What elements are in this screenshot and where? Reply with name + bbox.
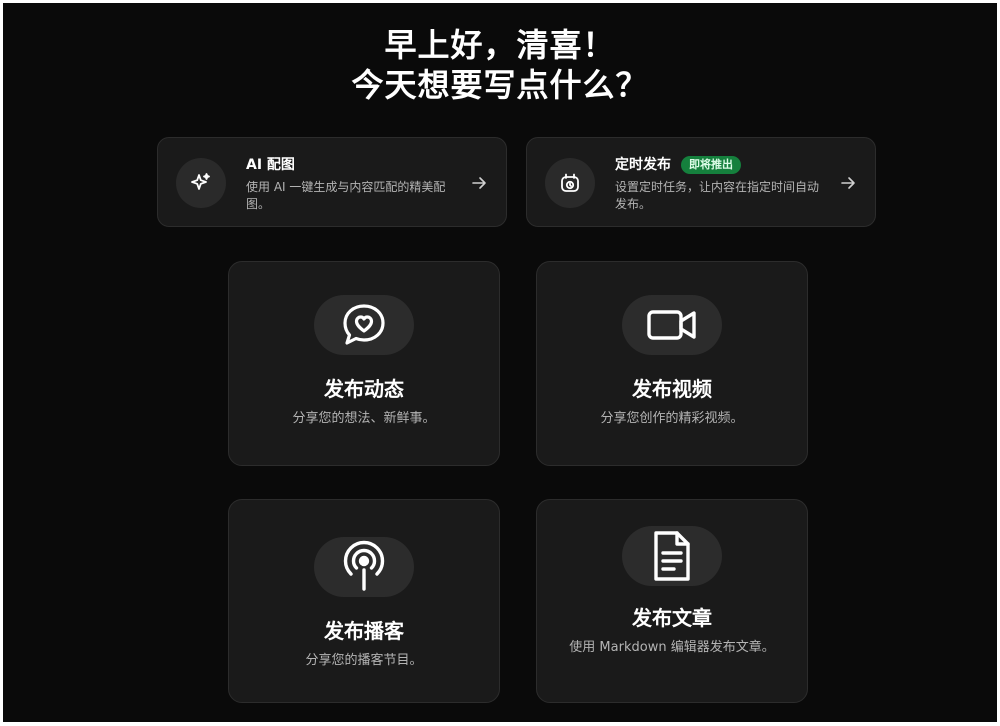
post-article-card[interactable]: 发布文章 使用 Markdown 编辑器发布文章。 — [536, 499, 808, 703]
post-article-title: 发布文章 — [632, 606, 712, 630]
arrow-right-icon — [841, 177, 855, 189]
greeting-line-2: 今天想要写点什么？ — [351, 66, 649, 104]
arrow-right-icon — [472, 177, 486, 189]
sparkle-icon — [176, 158, 226, 208]
post-update-description: 分享您的想法、新鲜事。 — [292, 411, 436, 426]
post-article-description: 使用 Markdown 编辑器发布文章。 — [569, 640, 775, 655]
post-podcast-description: 分享您的播客节目。 — [305, 653, 423, 668]
scheduled-publish-title: 定时发布 — [615, 157, 671, 173]
coming-soon-badge: 即将推出 — [681, 156, 741, 174]
post-video-title: 发布视频 — [632, 377, 712, 401]
chat-heart-icon — [314, 295, 414, 355]
greeting-line-1: 早上好，清喜！ — [384, 26, 616, 64]
document-icon — [622, 526, 722, 586]
post-podcast-title: 发布播客 — [324, 619, 404, 643]
video-camera-icon — [622, 295, 722, 355]
scheduled-publish-description: 设置定时任务，让内容在指定时间自动发布。 — [615, 180, 820, 211]
ai-image-title: AI 配图 — [246, 157, 295, 173]
ai-image-card[interactable]: AI 配图 使用 AI 一键生成与内容匹配的精美配图。 — [157, 137, 507, 227]
post-update-title: 发布动态 — [324, 377, 404, 401]
post-video-description: 分享您创作的精彩视频。 — [600, 411, 744, 426]
podcast-icon — [314, 537, 414, 597]
greeting-heading: 早上好，清喜！ 今天想要写点什么？ — [3, 25, 997, 105]
post-update-card[interactable]: 发布动态 分享您的想法、新鲜事。 — [228, 261, 500, 466]
ai-image-description: 使用 AI 一键生成与内容匹配的精美配图。 — [246, 180, 446, 211]
post-podcast-card[interactable]: 发布播客 分享您的播客节目。 — [228, 499, 500, 703]
alarm-clock-icon — [545, 158, 595, 208]
main-canvas: 早上好，清喜！ 今天想要写点什么？ AI 配图 使用 AI 一键生成与内容匹配的… — [3, 3, 997, 722]
post-video-card[interactable]: 发布视频 分享您创作的精彩视频。 — [536, 261, 808, 466]
scheduled-publish-card[interactable]: 定时发布 即将推出 设置定时任务，让内容在指定时间自动发布。 — [526, 137, 876, 227]
